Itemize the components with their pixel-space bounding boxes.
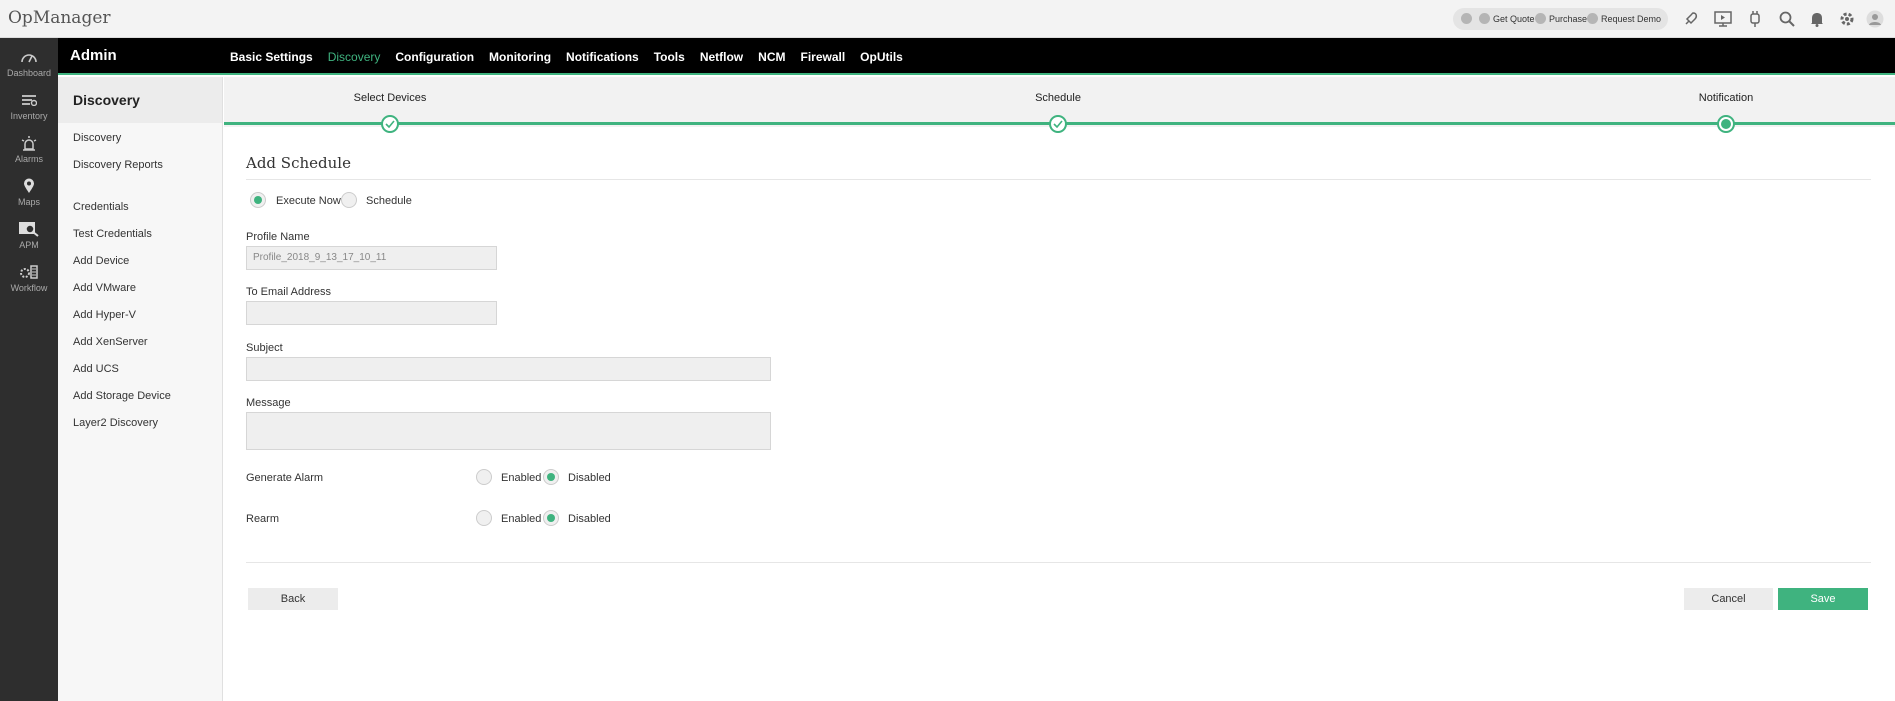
- top-bar: OpManager Get Quote Purchase Request Dem…: [0, 0, 1895, 38]
- side-item-credentials[interactable]: Credentials: [73, 201, 129, 213]
- menu-configuration[interactable]: Configuration: [395, 50, 474, 64]
- cancel-button[interactable]: Cancel: [1684, 588, 1773, 610]
- to-email-field[interactable]: [246, 301, 497, 325]
- radio-schedule[interactable]: [341, 192, 357, 208]
- profile-name-label: Profile Name: [246, 231, 310, 243]
- nav-workflow[interactable]: Workflow: [0, 262, 58, 293]
- side-item-discovery[interactable]: Discovery: [73, 132, 121, 144]
- info-icon: [1461, 13, 1472, 24]
- subject-label: Subject: [246, 342, 283, 354]
- menu-monitoring[interactable]: Monitoring: [489, 50, 551, 64]
- menu-basic-settings[interactable]: Basic Settings: [230, 50, 313, 64]
- bell-icon[interactable]: [1807, 9, 1827, 29]
- nav-inventory[interactable]: Inventory: [0, 90, 58, 121]
- back-button[interactable]: Back: [248, 588, 338, 610]
- menu-tools[interactable]: Tools: [654, 50, 685, 64]
- side-item-add-xenserver[interactable]: Add XenServer: [73, 336, 148, 348]
- plug-icon[interactable]: [1745, 9, 1765, 29]
- request-demo-link[interactable]: Request Demo: [1587, 13, 1661, 24]
- divider: [246, 562, 1871, 563]
- save-button[interactable]: Save: [1778, 588, 1868, 610]
- generate-alarm-enabled-radio[interactable]: [476, 469, 492, 485]
- message-label: Message: [246, 397, 291, 409]
- user-icon[interactable]: [1865, 9, 1885, 29]
- menu-oputils[interactable]: OpUtils: [860, 50, 903, 64]
- left-nav: Dashboard Inventory Alarms Maps APM Work…: [0, 38, 58, 701]
- menu-ncm[interactable]: NCM: [758, 50, 785, 64]
- message-field[interactable]: [246, 412, 771, 450]
- screen-icon[interactable]: [1713, 9, 1733, 29]
- step-done-check-icon[interactable]: [381, 115, 399, 133]
- profile-name-field[interactable]: Profile_2018_9_13_17_10_11: [246, 246, 497, 270]
- nav-apm[interactable]: APM: [0, 219, 58, 250]
- step-label-notification: Notification: [1698, 92, 1754, 104]
- generate-alarm-label: Generate Alarm: [246, 472, 324, 484]
- generate-alarm-disabled-radio[interactable]: [543, 469, 559, 485]
- nav-maps[interactable]: Maps: [0, 176, 58, 207]
- rearm-enabled-label: Enabled: [501, 513, 542, 525]
- side-menu-title: Discovery: [58, 77, 222, 123]
- side-item-add-storage-device[interactable]: Add Storage Device: [73, 390, 171, 402]
- side-item-layer2-discovery[interactable]: Layer2 Discovery: [73, 417, 158, 429]
- purchase-icon: [1535, 13, 1546, 24]
- to-email-label: To Email Address: [246, 286, 331, 298]
- side-item-test-credentials[interactable]: Test Credentials: [73, 228, 152, 240]
- get-quote-link[interactable]: Get Quote: [1479, 13, 1535, 24]
- step-label-select-devices: Select Devices: [353, 92, 427, 104]
- section-title: Admin: [70, 47, 117, 64]
- subject-field[interactable]: [246, 357, 771, 381]
- nav-dashboard[interactable]: Dashboard: [0, 47, 58, 78]
- purchase-link[interactable]: Purchase: [1535, 13, 1587, 24]
- quote-icon: [1479, 13, 1490, 24]
- rearm-disabled-radio[interactable]: [543, 510, 559, 526]
- apm-icon: [0, 219, 58, 239]
- side-item-add-hyper-v[interactable]: Add Hyper-V: [73, 309, 136, 321]
- step-done-check-icon[interactable]: [1049, 115, 1067, 133]
- nav-alarms[interactable]: Alarms: [0, 133, 58, 164]
- radio-label-execute-now: Execute Now: [276, 195, 341, 207]
- discovery-side-menu: Discovery Discovery Discovery Reports Cr…: [58, 77, 223, 701]
- app-logo[interactable]: OpManager: [8, 8, 111, 28]
- admin-menu: Basic Settings Discovery Configuration M…: [230, 50, 903, 64]
- generate-alarm-enabled-label: Enabled: [501, 472, 542, 484]
- map-pin-icon: [0, 176, 58, 196]
- step-current-dot-icon[interactable]: [1717, 115, 1735, 133]
- menu-discovery[interactable]: Discovery: [328, 50, 381, 64]
- wizard-steps: Select Devices Schedule Notification: [224, 77, 1895, 133]
- radio-label-schedule: Schedule: [366, 195, 412, 207]
- dashboard-icon: [0, 47, 58, 67]
- rearm-enabled-radio[interactable]: [476, 510, 492, 526]
- gear-icon[interactable]: [1837, 9, 1857, 29]
- rocket-icon[interactable]: [1681, 9, 1701, 29]
- radio-execute-now[interactable]: [250, 192, 266, 208]
- step-label-schedule: Schedule: [1035, 92, 1081, 104]
- menu-netflow[interactable]: Netflow: [700, 50, 743, 64]
- form-title: Add Schedule: [246, 154, 351, 172]
- admin-header: Admin Basic Settings Discovery Configura…: [58, 38, 1895, 75]
- side-item-add-vmware[interactable]: Add VMware: [73, 282, 136, 294]
- side-item-add-device[interactable]: Add Device: [73, 255, 129, 267]
- search-icon[interactable]: [1777, 9, 1797, 29]
- demo-icon: [1587, 13, 1598, 24]
- rearm-disabled-label: Disabled: [568, 513, 611, 525]
- side-item-add-ucs[interactable]: Add UCS: [73, 363, 119, 375]
- workflow-icon: [0, 262, 58, 282]
- inventory-icon: [0, 90, 58, 110]
- side-item-discovery-reports[interactable]: Discovery Reports: [73, 159, 163, 171]
- divider: [246, 179, 1871, 180]
- rearm-label: Rearm: [246, 513, 280, 525]
- menu-firewall[interactable]: Firewall: [800, 50, 845, 64]
- alarm-icon: [0, 133, 58, 153]
- generate-alarm-disabled-label: Disabled: [568, 472, 611, 484]
- menu-notifications[interactable]: Notifications: [566, 50, 639, 64]
